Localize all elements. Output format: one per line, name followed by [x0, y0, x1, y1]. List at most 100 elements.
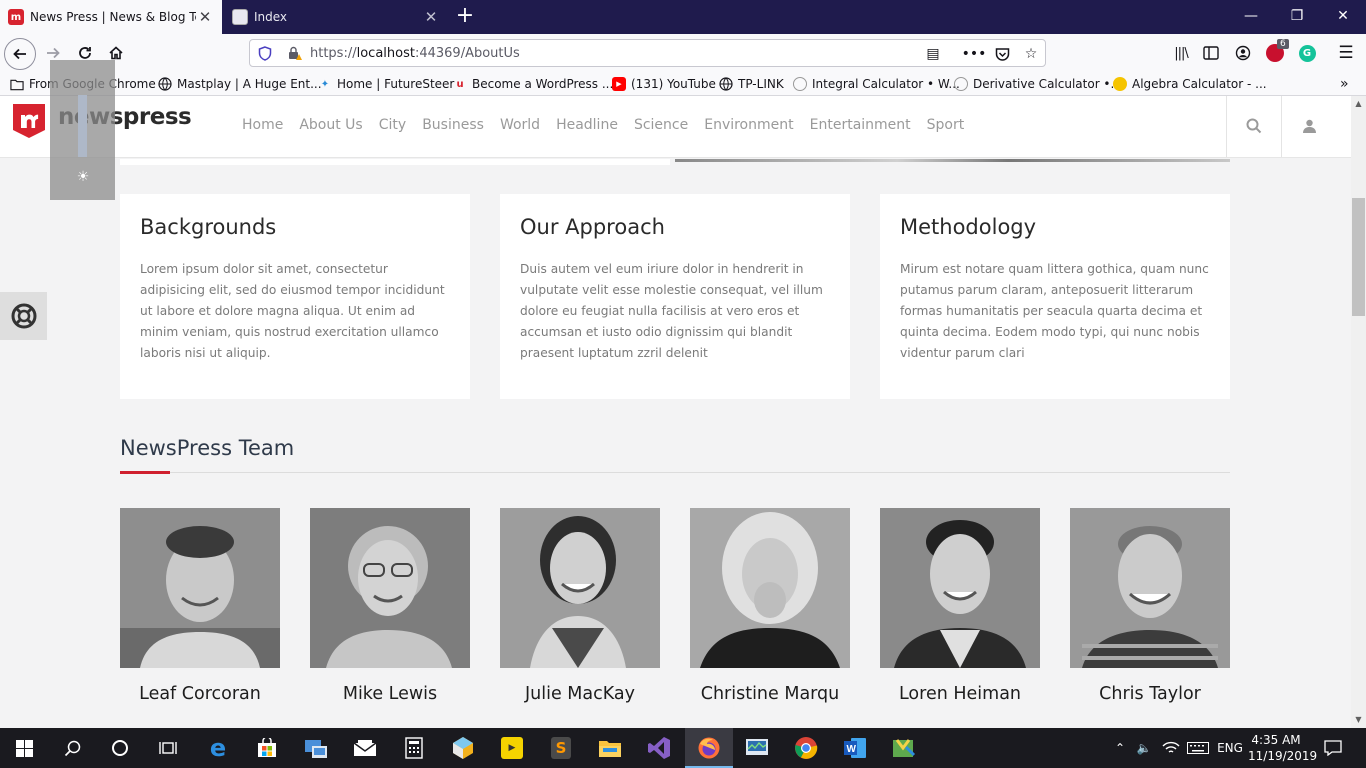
touch-keyboard-button[interactable]	[1185, 728, 1211, 768]
tracking-shield-icon[interactable]	[258, 46, 272, 64]
url-prefix: https://	[310, 46, 357, 61]
library-button[interactable]: |||\	[1166, 39, 1196, 67]
bookmark-item[interactable]: Mastplay | A Huge Ent...	[158, 75, 322, 93]
brightness-sun-icon[interactable]: ☀	[74, 168, 92, 186]
menu-button[interactable]: ☰	[1331, 39, 1361, 67]
bookmark-item[interactable]: TP-LINK	[719, 75, 784, 93]
taskbar-sublime-text[interactable]: S	[537, 728, 585, 768]
chevron-double-right-icon: »	[1340, 76, 1349, 92]
sidebar-button[interactable]	[1196, 39, 1226, 67]
show-hidden-icons-button[interactable]: ⌃	[1110, 728, 1130, 768]
taskbar-visual-studio[interactable]	[635, 728, 683, 768]
back-button[interactable]	[4, 38, 36, 70]
wifi-button[interactable]	[1159, 728, 1183, 768]
pocket-icon[interactable]	[992, 45, 1012, 63]
document-favicon-icon	[232, 9, 248, 25]
close-tab-icon[interactable]: ✕	[196, 8, 214, 26]
account-button[interactable]	[1228, 39, 1258, 67]
bookmark-item[interactable]: Derivative Calculator •...	[954, 75, 1122, 93]
system-clock[interactable]: 4:35 AM 11/19/2019	[1248, 732, 1317, 764]
team-member-card[interactable]: Julie MacKay	[500, 508, 660, 704]
nav-environment[interactable]: Environment	[704, 117, 793, 133]
chrome-icon	[795, 737, 818, 759]
taskbar-potplayer[interactable]: ▶	[488, 728, 536, 768]
minimize-button[interactable]: —	[1228, 0, 1274, 34]
bookmark-item[interactable]: ✦ Home | FutureSteer	[318, 75, 455, 93]
taskbar-task-manager[interactable]	[733, 728, 781, 768]
nav-world[interactable]: World	[500, 117, 540, 133]
nav-science[interactable]: Science	[634, 117, 688, 133]
restore-button[interactable]: ❐	[1274, 0, 1320, 34]
feature-card-methodology: Methodology Mirum est notare quam litter…	[880, 194, 1230, 399]
search-icon	[1246, 118, 1262, 134]
tab-newspress[interactable]: m News Press | News & Blog Temp ✕	[0, 0, 222, 34]
team-member-photo	[310, 508, 470, 668]
team-member-card[interactable]: Christine Marqu	[690, 508, 850, 704]
nav-entertainment[interactable]: Entertainment	[810, 117, 911, 133]
taskbar-chrome[interactable]	[782, 728, 830, 768]
scroll-up-icon[interactable]: ▲	[1351, 97, 1366, 111]
action-center-button[interactable]	[1318, 728, 1348, 768]
calculator-site-icon	[954, 77, 968, 91]
notification-icon	[1324, 740, 1342, 756]
nav-headline[interactable]: Headline	[556, 117, 618, 133]
insecure-lock-icon[interactable]	[287, 46, 303, 64]
bookmark-item[interactable]: Integral Calculator • W...	[793, 75, 960, 93]
more-bookmarks-button[interactable]: »	[1340, 75, 1349, 93]
header-divider	[1281, 96, 1282, 157]
nav-business[interactable]: Business	[422, 117, 484, 133]
taskbar-search-button[interactable]	[48, 728, 96, 768]
tab-index[interactable]: Index ✕	[224, 0, 448, 34]
globe-icon	[719, 77, 733, 91]
cortana-button[interactable]	[96, 728, 144, 768]
bookmark-item[interactable]: u Become a WordPress ...	[453, 75, 613, 93]
user-button[interactable]	[1298, 115, 1320, 137]
team-member-card[interactable]: Mike Lewis	[310, 508, 470, 704]
taskbar-store[interactable]	[243, 728, 291, 768]
nav-sport[interactable]: Sport	[927, 117, 965, 133]
taskbar-calculator[interactable]	[390, 728, 438, 768]
volume-button[interactable]: 🔈	[1132, 728, 1156, 768]
bookmark-star-icon[interactable]: ☆	[1021, 45, 1041, 63]
page-actions-icon[interactable]: •••	[962, 45, 987, 63]
bookmark-label: Derivative Calculator •...	[973, 77, 1122, 91]
input-language-button[interactable]: ENG	[1214, 728, 1246, 768]
page-scrollbar[interactable]	[1351, 96, 1366, 728]
taskbar-photos[interactable]	[880, 728, 928, 768]
taskbar-mail[interactable]	[341, 728, 389, 768]
team-member-card[interactable]: Loren Heiman	[880, 508, 1040, 704]
new-tab-button[interactable]: +	[452, 4, 478, 30]
start-button[interactable]	[0, 728, 48, 768]
team-member-card[interactable]: Leaf Corcoran	[120, 508, 280, 704]
close-tab-icon[interactable]: ✕	[422, 8, 440, 26]
bookmark-item[interactable]: Algebra Calculator - ...	[1113, 75, 1267, 93]
nav-home[interactable]: Home	[242, 117, 283, 133]
taskbar-edge[interactable]: e	[194, 728, 242, 768]
help-lifebuoy-button[interactable]	[0, 292, 47, 340]
scrollbar-thumb[interactable]	[1352, 198, 1365, 316]
overlay-slider[interactable]	[78, 95, 87, 157]
url-text: https://localhost:44369/AboutUs	[310, 46, 520, 61]
team-member-name: Christine Marqu	[700, 684, 840, 704]
udemy-icon: u	[456, 78, 464, 90]
taskbar-file-explorer[interactable]	[586, 728, 634, 768]
close-window-button[interactable]: ✕	[1320, 0, 1366, 34]
reader-view-icon[interactable]: ▤	[923, 45, 943, 63]
task-view-button[interactable]	[144, 728, 192, 768]
taskbar-word[interactable]: W	[831, 728, 879, 768]
taskbar-remote-desktop[interactable]	[292, 728, 340, 768]
team-member-name: Mike Lewis	[342, 684, 438, 704]
adblock-extension-button[interactable]: 6	[1260, 39, 1290, 67]
nav-about-us[interactable]: About Us	[299, 117, 362, 133]
team-member-card[interactable]: Chris Taylor	[1070, 508, 1230, 704]
grammarly-extension-button[interactable]: G	[1292, 39, 1322, 67]
address-bar[interactable]: https://localhost:44369/AboutUs ▤ ••• ☆	[249, 39, 1046, 67]
folder-icon	[599, 741, 621, 757]
taskbar-firefox[interactable]	[685, 728, 733, 768]
scroll-down-icon[interactable]: ▼	[1351, 713, 1366, 727]
nav-city[interactable]: City	[379, 117, 406, 133]
taskbar-unity-hub[interactable]	[439, 728, 487, 768]
bookmark-item[interactable]: ▶ (131) YouTube	[612, 75, 716, 93]
search-button[interactable]	[1243, 115, 1265, 137]
newspress-logo-icon[interactable]	[13, 104, 45, 138]
